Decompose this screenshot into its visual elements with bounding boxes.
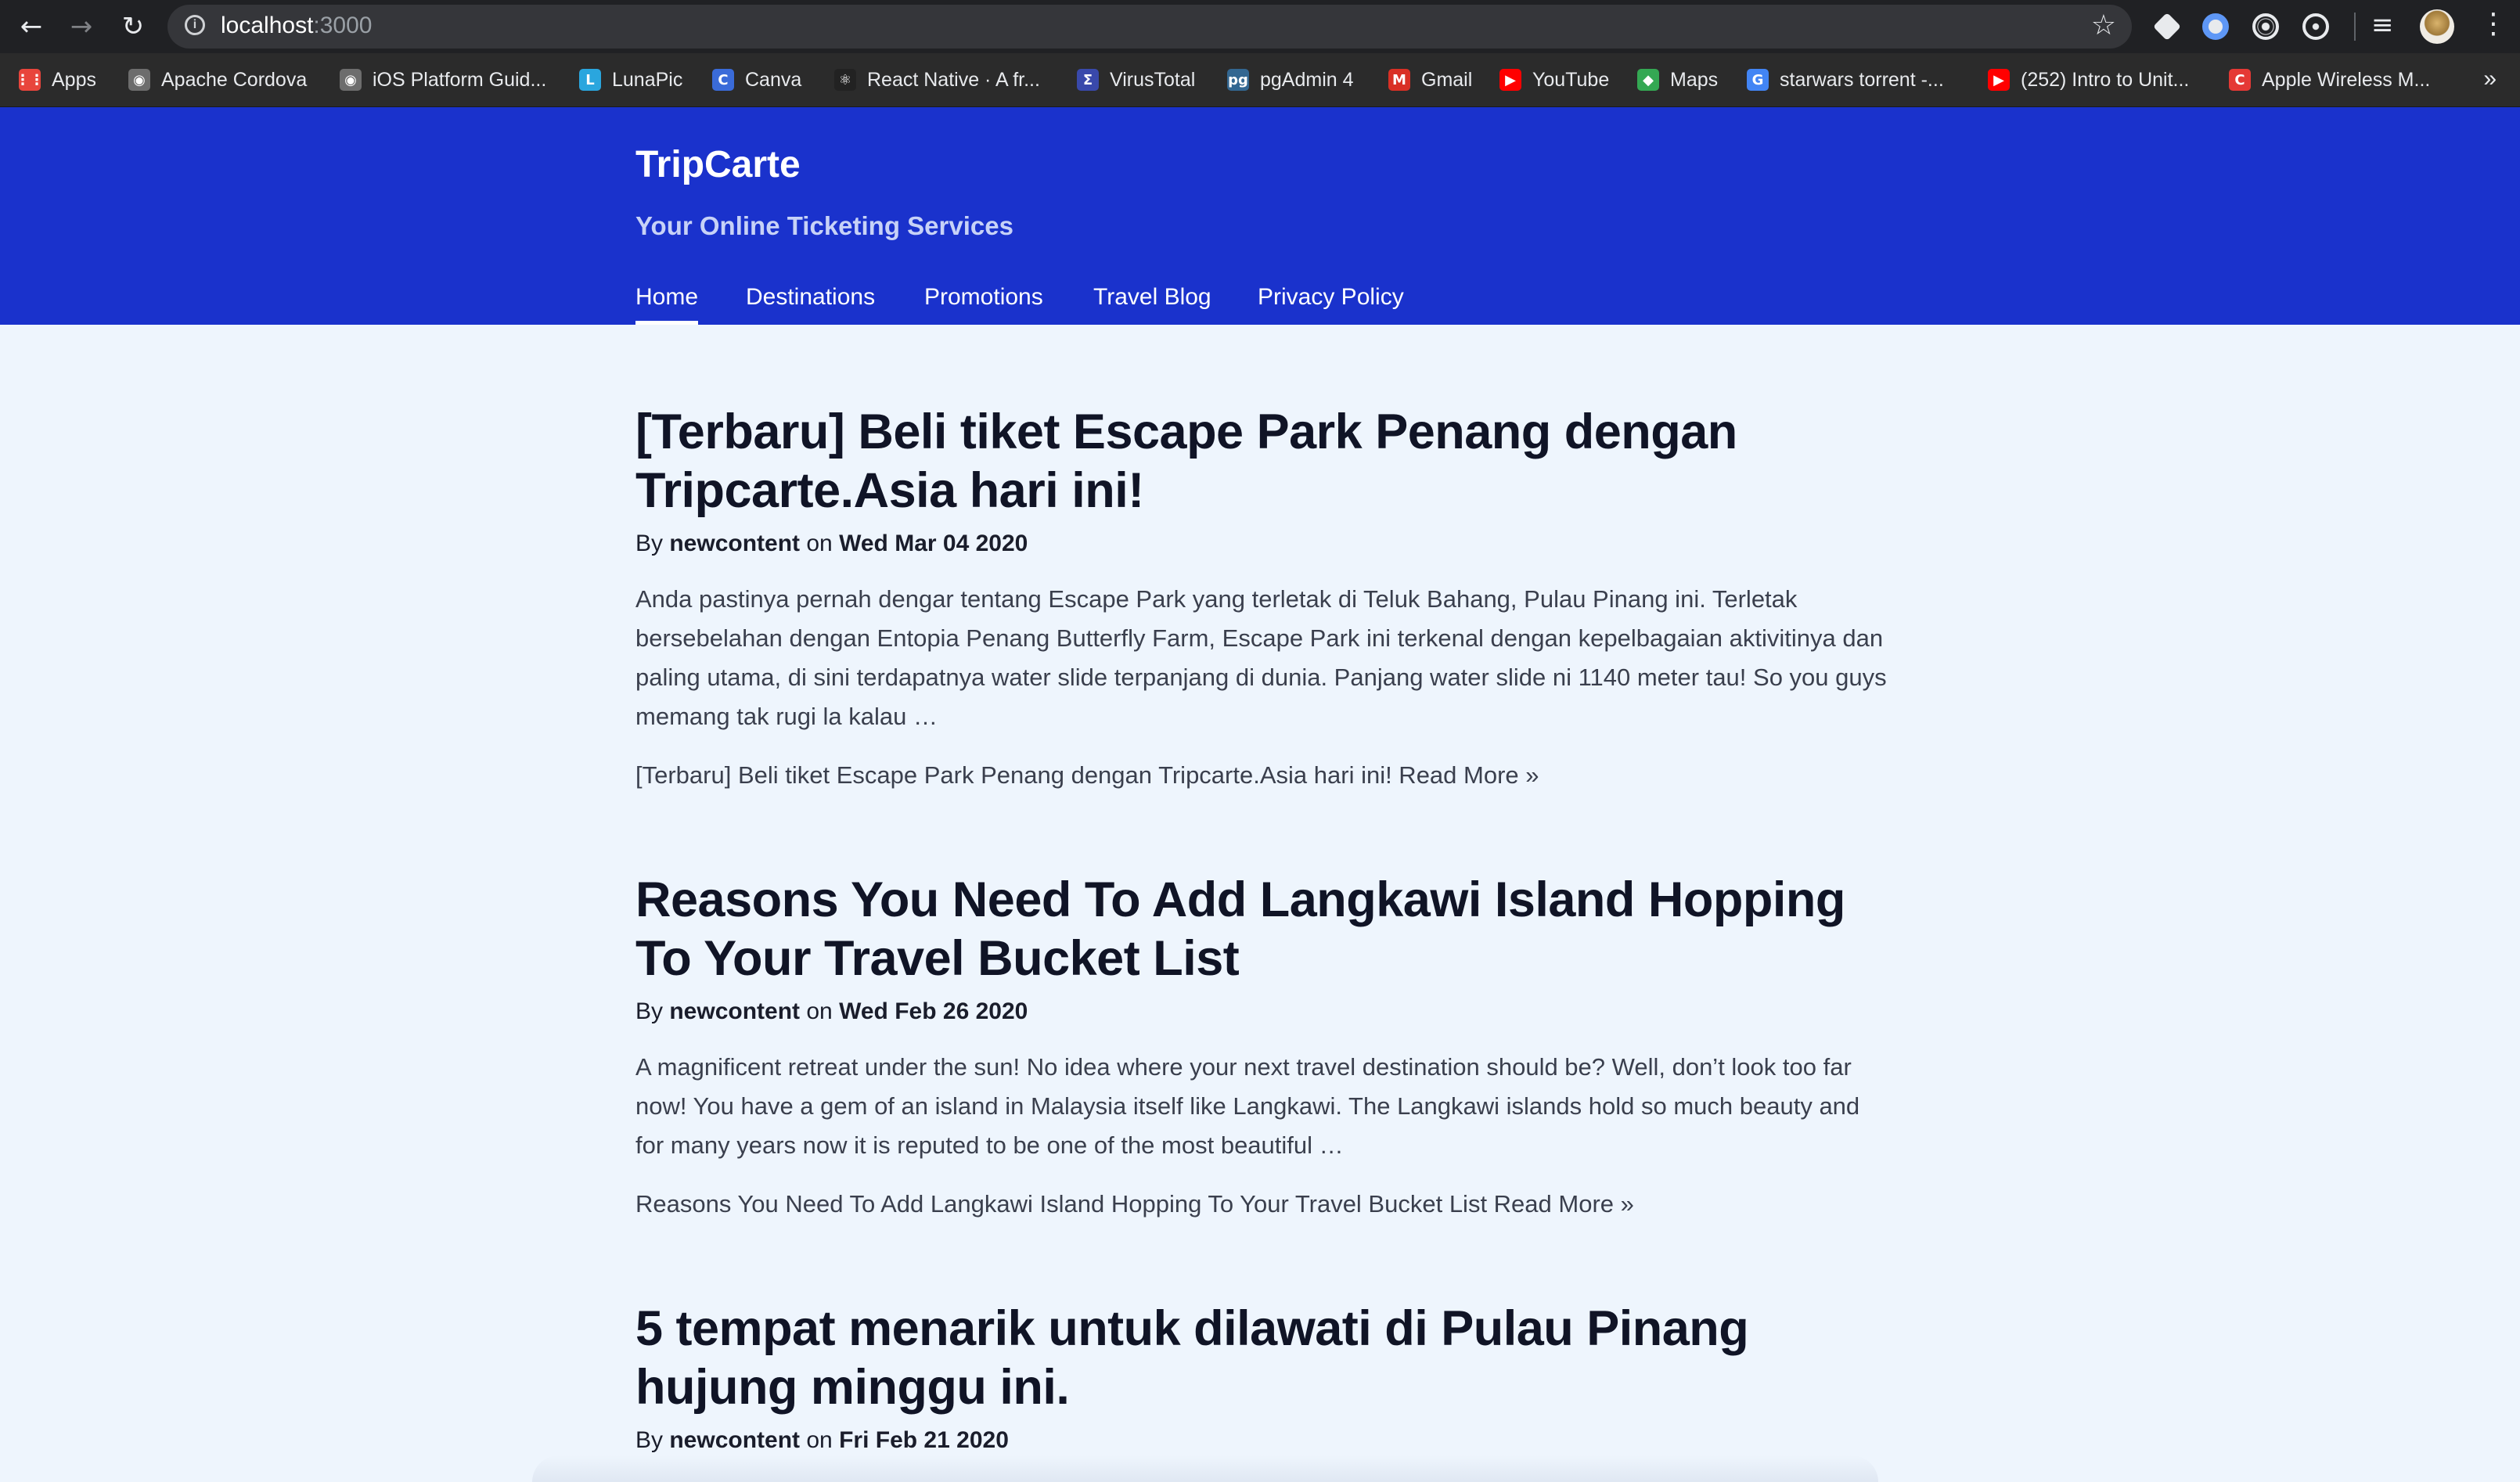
post-title[interactable]: Reasons You Need To Add Langkawi Island … [635,871,1888,988]
bookmark-label: Apple Wireless M... [2262,68,2431,91]
toolbar-divider [2354,13,2356,41]
canva-icon: C [712,69,734,91]
post-by-label: By [635,531,664,556]
bookmark-label: LunaPic [612,68,683,91]
bookmarks-bar: » ⋮⋮ Apps ◉ Apache Cordova ◉ iOS Platform Gui… [0,53,2520,107]
post-meta: By newcontent on Wed Mar 04 2020 [635,528,1888,559]
bookmark-item[interactable]: C Apple Wireless M... [2229,53,2430,106]
post-meta: By newcontent on Fri Feb 21 2020 [635,1425,1888,1456]
post-meta: By newcontent on Wed Feb 26 2020 [635,996,1888,1027]
bookmark-item[interactable]: ▶ YouTube [1499,53,1609,106]
post-excerpt: Anda pastinya pernah dengar tentang Esca… [635,585,1887,730]
read-more-link[interactable]: Reasons You Need To Add Langkawi Island … [635,1189,1888,1220]
cordova-icon: ◉ [340,69,362,91]
post-date: Fri Feb 21 2020 [839,1427,1009,1453]
pgadmin-icon: pg [1227,69,1249,91]
bookmark-label: Gmail [1421,68,1473,91]
post-date: Wed Mar 04 2020 [839,531,1028,556]
bookmark-item[interactable]: ◉ Apache Cordova [128,53,307,106]
post-by-label: By [635,1427,664,1453]
url-port: :3000 [313,13,373,38]
bookmark-item[interactable]: Σ VirusTotal [1077,53,1195,106]
post-card: [Terbaru] Beli tiket Escape Park Penang … [635,403,1888,791]
bookmark-label: Apps [52,68,96,91]
bookmark-item[interactable]: C Canva [712,53,801,106]
bookmark-label: pgAdmin 4 [1260,68,1354,91]
nav-home[interactable]: Home [635,284,699,325]
lunapic-icon: L [579,69,601,91]
youtube-icon: ▶ [1499,69,1521,91]
apps-grid-icon: ⋮⋮ [16,69,44,91]
bottom-shadow [532,1455,1878,1482]
post-on-label: on [806,998,833,1024]
post-author: newcontent [669,531,801,556]
post-excerpt: A magnificent retreat under the sun! No … [635,1053,1860,1159]
url-host: localhost [221,13,314,38]
maps-icon: ◆ [1637,69,1659,91]
nav-travel-blog[interactable]: Travel Blog [1093,284,1211,325]
forward-icon[interactable]: → [66,11,97,42]
bookmark-item[interactable]: ⚛ React Native · A fr... [834,53,1040,106]
nav-privacy-policy[interactable]: Privacy Policy [1258,284,1404,325]
bookmark-label: Apache Cordova [161,68,308,91]
profile-avatar[interactable] [2420,9,2454,44]
media-queue-icon[interactable]: ≡ [2371,9,2394,41]
post-on-label: on [806,531,833,556]
bookmark-item[interactable]: Gstarwars torrent -... [1747,53,1944,106]
bookmark-label: VirusTotal [1110,68,1196,91]
google-icon: G [1747,69,1769,91]
bookmark-item[interactable]: ◆ Maps [1637,53,1718,106]
address-bar[interactable]: i localhost:3000 ☆ [167,5,2132,49]
nav-promotions[interactable]: Promotions [924,284,1043,325]
youtube-icon: ▶ [1988,69,2010,91]
react-icon: ⚛ [834,69,856,91]
post-date: Wed Feb 26 2020 [839,998,1028,1024]
browser-menu-icon[interactable]: ⋮ [2479,8,2507,40]
post-title[interactable]: [Terbaru] Beli tiket Escape Park Penang … [635,403,1888,520]
nav-destinations[interactable]: Destinations [746,284,875,325]
bookmark-item[interactable]: ▶ (252) Intro to Unit... [1988,53,2189,106]
extension-layers-icon[interactable] [2152,12,2182,41]
bookmark-item[interactable]: ◉ iOS Platform Guid... [340,53,546,106]
post-title[interactable]: 5 tempat menarik untuk dilawati di Pulau… [635,1300,1888,1417]
site-tagline: Your Online Ticketing Services [635,211,1013,240]
bookmark-item[interactable]: L LunaPic [579,53,682,106]
gmail-icon: M [1388,69,1410,91]
post-card: Reasons You Need To Add Langkawi Island … [635,871,1888,1220]
more-bookmarks-icon[interactable]: » [2483,66,2497,92]
extension-ring-icon[interactable] [2202,13,2229,40]
post-on-label: on [806,1427,833,1453]
cordova-icon: ◉ [128,69,150,91]
url-text[interactable]: localhost:3000 [221,13,372,39]
bookmark-label: YouTube [1532,68,1610,91]
bookmark-item[interactable]: ⋮⋮ Apps [16,53,96,106]
post-author: newcontent [669,998,801,1024]
bookmark-label: starwars torrent -... [1780,68,1944,91]
virustotal-icon: Σ [1077,69,1099,91]
bookmark-star-icon[interactable]: ☆ [2091,9,2116,41]
bookmark-label: (252) Intro to Unit... [2021,68,2190,91]
bookmark-item[interactable]: pg pgAdmin 4 [1227,53,1354,106]
extension-radar-icon[interactable] [2302,13,2329,40]
site-info-icon[interactable]: i [185,15,205,35]
site-header: TripCarte Your Online Ticketing Services… [0,107,2520,325]
browser-toolbar: ← → ↻ i localhost:3000 ☆ ≡ ⋮ [0,0,2520,53]
post-author: newcontent [669,1427,801,1453]
post-by-label: By [635,998,664,1024]
bookmark-item[interactable]: M Gmail [1388,53,1472,106]
bookmark-c-icon: C [2229,69,2251,91]
post-card: 5 tempat menarik untuk dilawati di Pulau… [635,1300,1888,1456]
back-icon[interactable]: ← [16,11,47,42]
bookmark-label: iOS Platform Guid... [373,68,547,91]
bookmark-label: Canva [745,68,802,91]
bookmark-label: React Native · A fr... [867,68,1040,91]
reload-icon[interactable]: ↻ [117,11,149,42]
site-title[interactable]: TripCarte [635,143,801,186]
bookmark-label: Maps [1670,68,1719,91]
read-more-link[interactable]: [Terbaru] Beli tiket Escape Park Penang … [635,760,1888,791]
extension-target-icon[interactable] [2252,13,2279,40]
